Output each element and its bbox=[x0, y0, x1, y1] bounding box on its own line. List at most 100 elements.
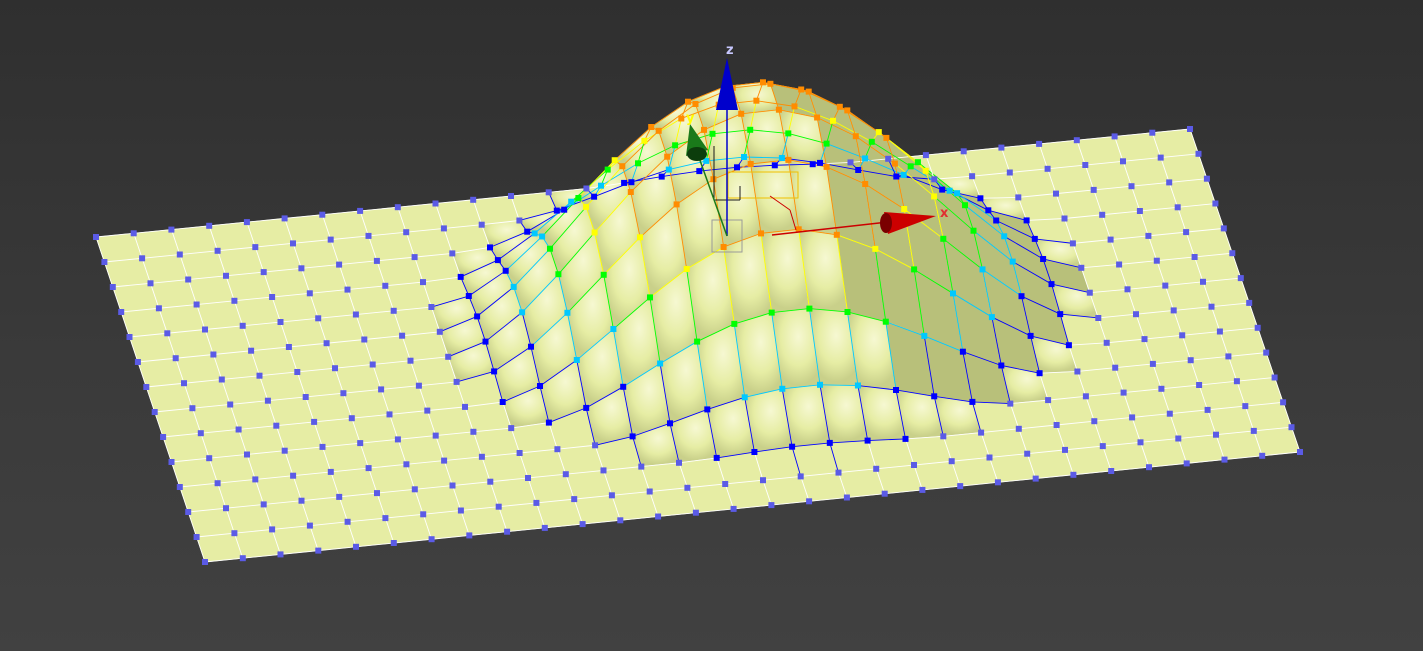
mesh-vertex[interactable] bbox=[151, 409, 158, 415]
soft-selected-vertex[interactable] bbox=[561, 206, 568, 213]
mesh-vertex[interactable] bbox=[1229, 250, 1236, 257]
mesh-vertex[interactable] bbox=[1128, 183, 1135, 190]
soft-selected-vertex[interactable] bbox=[882, 318, 889, 325]
soft-selected-vertex[interactable] bbox=[758, 230, 764, 237]
soft-selected-vertex[interactable] bbox=[753, 97, 760, 104]
mesh-vertex[interactable] bbox=[109, 284, 116, 290]
soft-selected-vertex[interactable] bbox=[678, 115, 685, 122]
mesh-vertex[interactable] bbox=[1183, 229, 1190, 236]
mesh-vertex[interactable] bbox=[1006, 169, 1013, 176]
mesh-vertex[interactable] bbox=[843, 494, 850, 501]
mesh-vertex[interactable] bbox=[1233, 378, 1240, 385]
mesh-vertex[interactable] bbox=[336, 261, 343, 268]
mesh-vertex[interactable] bbox=[1179, 332, 1186, 339]
soft-selected-vertex[interactable] bbox=[619, 163, 626, 170]
mesh-vertex[interactable] bbox=[457, 507, 464, 514]
soft-selected-vertex[interactable] bbox=[998, 362, 1005, 369]
soft-selected-vertex[interactable] bbox=[830, 117, 836, 124]
soft-selected-vertex[interactable] bbox=[970, 227, 977, 234]
mesh-vertex[interactable] bbox=[1053, 422, 1060, 428]
soft-selected-vertex[interactable] bbox=[528, 343, 534, 350]
soft-selected-vertex[interactable] bbox=[482, 338, 489, 345]
mesh-vertex[interactable] bbox=[130, 230, 137, 237]
mesh-vertex[interactable] bbox=[1187, 357, 1194, 364]
mesh-vertex[interactable] bbox=[214, 480, 221, 487]
mesh-vertex[interactable] bbox=[1036, 140, 1043, 147]
soft-selected-vertex[interactable] bbox=[487, 244, 493, 251]
soft-selected-vertex[interactable] bbox=[962, 202, 968, 209]
mesh-vertex[interactable] bbox=[440, 225, 447, 232]
soft-selected-vertex[interactable] bbox=[531, 230, 538, 237]
mesh-vertex[interactable] bbox=[311, 418, 318, 425]
soft-selected-vertex[interactable] bbox=[823, 140, 830, 147]
mesh-vertex[interactable] bbox=[1166, 179, 1173, 186]
mesh-vertex[interactable] bbox=[277, 551, 284, 558]
soft-selected-vertex[interactable] bbox=[731, 320, 738, 327]
soft-selected-vertex[interactable] bbox=[771, 162, 778, 169]
mesh-vertex[interactable] bbox=[1073, 137, 1080, 144]
soft-selected-vertex[interactable] bbox=[720, 244, 727, 250]
mesh-vertex[interactable] bbox=[960, 148, 967, 155]
mesh-vertex[interactable] bbox=[1095, 315, 1102, 321]
mesh-vertex[interactable] bbox=[264, 397, 271, 404]
mesh-vertex[interactable] bbox=[1158, 385, 1165, 392]
mesh-vertex[interactable] bbox=[1242, 403, 1249, 410]
mesh-vertex[interactable] bbox=[1091, 418, 1098, 425]
mesh-vertex[interactable] bbox=[445, 353, 452, 360]
mesh-vertex[interactable] bbox=[847, 159, 854, 166]
mesh-vertex[interactable] bbox=[193, 534, 200, 540]
mesh-vertex[interactable] bbox=[223, 272, 229, 279]
soft-selected-vertex[interactable] bbox=[779, 385, 786, 392]
mesh-vertex[interactable] bbox=[441, 457, 448, 464]
mesh-vertex[interactable] bbox=[1246, 299, 1253, 306]
mesh-vertex[interactable] bbox=[508, 425, 515, 432]
soft-selected-vertex[interactable] bbox=[583, 203, 590, 210]
mesh-vertex[interactable] bbox=[1250, 427, 1257, 434]
soft-selected-vertex[interactable] bbox=[1018, 293, 1025, 300]
mesh-vertex[interactable] bbox=[164, 330, 171, 337]
soft-selected-vertex[interactable] bbox=[598, 182, 604, 189]
soft-selected-vertex[interactable] bbox=[457, 273, 464, 280]
soft-selected-vertex[interactable] bbox=[946, 187, 953, 194]
mesh-vertex[interactable] bbox=[919, 486, 926, 493]
mesh-vertex[interactable] bbox=[176, 251, 183, 258]
mesh-vertex[interactable] bbox=[1141, 336, 1148, 343]
soft-selected-vertex[interactable] bbox=[710, 176, 717, 183]
soft-selected-vertex[interactable] bbox=[778, 155, 785, 161]
soft-selected-vertex[interactable] bbox=[555, 271, 562, 278]
soft-selected-vertex[interactable] bbox=[844, 107, 851, 114]
mesh-vertex[interactable] bbox=[101, 259, 108, 265]
soft-selected-vertex[interactable] bbox=[524, 228, 531, 235]
mesh-vertex[interactable] bbox=[176, 484, 183, 490]
mesh-vertex[interactable] bbox=[352, 311, 359, 318]
soft-selected-vertex[interactable] bbox=[611, 157, 618, 164]
mesh-vertex[interactable] bbox=[256, 372, 263, 379]
soft-selected-vertex[interactable] bbox=[959, 348, 966, 355]
soft-selected-vertex[interactable] bbox=[741, 394, 748, 401]
mesh-vertex[interactable] bbox=[571, 496, 578, 503]
soft-selected-vertex[interactable] bbox=[627, 189, 634, 195]
mesh-vertex[interactable] bbox=[948, 458, 955, 465]
mesh-vertex[interactable] bbox=[1032, 475, 1039, 482]
soft-selected-vertex[interactable] bbox=[993, 217, 1000, 224]
soft-selected-vertex[interactable] bbox=[591, 229, 598, 236]
mesh-vertex[interactable] bbox=[1045, 397, 1052, 404]
mesh-vertex[interactable] bbox=[1187, 126, 1193, 132]
mesh-vertex[interactable] bbox=[206, 455, 213, 462]
mesh-vertex[interactable] bbox=[319, 211, 326, 218]
soft-selected-vertex[interactable] bbox=[629, 433, 636, 440]
mesh-vertex[interactable] bbox=[655, 513, 662, 520]
mesh-vertex[interactable] bbox=[1024, 450, 1031, 457]
mesh-vertex[interactable] bbox=[281, 447, 288, 454]
mesh-vertex[interactable] bbox=[969, 173, 976, 180]
mesh-vertex[interactable] bbox=[885, 155, 892, 162]
soft-selected-vertex[interactable] bbox=[738, 110, 745, 117]
soft-selected-vertex[interactable] bbox=[734, 164, 740, 171]
mesh-vertex[interactable] bbox=[579, 521, 586, 528]
soft-selected-vertex[interactable] bbox=[1036, 370, 1043, 377]
soft-selected-vertex[interactable] bbox=[672, 142, 679, 149]
soft-selected-vertex[interactable] bbox=[1065, 342, 1072, 349]
soft-selected-vertex[interactable] bbox=[637, 234, 643, 241]
mesh-vertex[interactable] bbox=[193, 301, 200, 308]
mesh-vertex[interactable] bbox=[1263, 349, 1270, 356]
